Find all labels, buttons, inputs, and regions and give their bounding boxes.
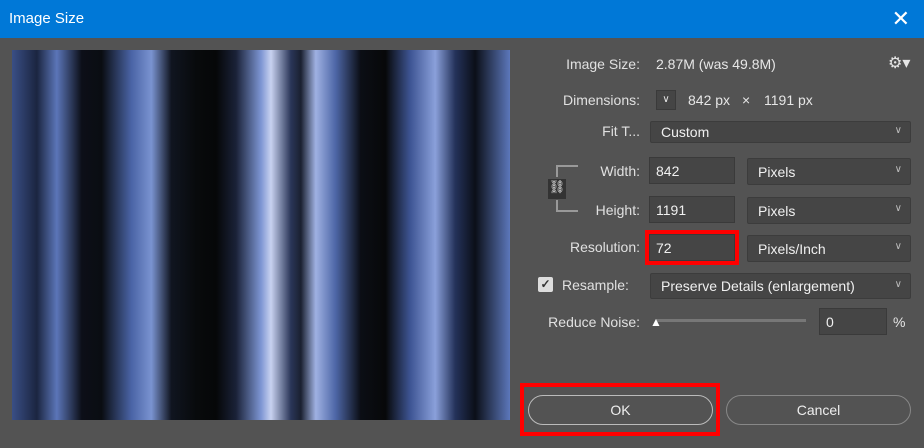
- reduce-noise-input[interactable]: 0: [819, 308, 887, 335]
- height-unit-select[interactable]: Pixels ∨: [747, 197, 911, 224]
- resolution-unit-value: Pixels/Inch: [758, 241, 826, 257]
- resolution-input[interactable]: 72: [645, 230, 739, 265]
- dimensions-width: 842 px: [688, 92, 731, 108]
- resample-checkbox[interactable]: ✓: [538, 277, 553, 292]
- image-preview[interactable]: [12, 50, 510, 420]
- fit-to-value: Custom: [661, 124, 710, 140]
- height-input[interactable]: 1191: [649, 196, 735, 223]
- width-label: Width:: [600, 163, 640, 179]
- chevron-down-icon: ∨: [894, 279, 902, 290]
- width-unit-select[interactable]: Pixels ∨: [747, 158, 911, 185]
- ok-button[interactable]: OK: [528, 395, 713, 425]
- dimensions-label: Dimensions:: [562, 92, 640, 108]
- chevron-down-icon: ∨: [894, 203, 902, 214]
- image-size-label: Image Size:: [566, 56, 640, 72]
- constrain-link-icon[interactable]: ⛓: [548, 179, 566, 199]
- fit-to-label: Fit T...: [602, 123, 640, 139]
- reduce-noise-slider-thumb[interactable]: ▲: [650, 315, 662, 329]
- resample-value: Preserve Details (enlargement): [661, 278, 855, 294]
- width-unit-value: Pixels: [758, 164, 796, 180]
- height-label: Height:: [595, 202, 640, 218]
- dialog-title: Image Size: [9, 10, 85, 27]
- resample-select[interactable]: Preserve Details (enlargement) ∨: [650, 273, 911, 299]
- gear-icon[interactable]: ⚙▾: [888, 53, 910, 73]
- chevron-down-icon: ∨: [894, 164, 902, 175]
- chevron-down-icon: ∨: [894, 125, 902, 136]
- image-size-value: 2.87M (was 49.8M): [656, 56, 776, 72]
- dimensions-height: 1191 px: [764, 92, 813, 108]
- reduce-noise-unit: %: [893, 314, 906, 330]
- width-input[interactable]: 842: [649, 157, 735, 184]
- chevron-down-icon: ∨: [894, 241, 902, 252]
- reduce-noise-label: Reduce Noise:: [548, 314, 640, 330]
- title-bar: Image Size ✕: [0, 0, 924, 38]
- dimensions-unit-dropdown[interactable]: ∨: [656, 90, 676, 110]
- dimensions-times: ×: [742, 92, 751, 108]
- resolution-label: Resolution:: [569, 239, 640, 255]
- fit-to-select[interactable]: Custom ∨: [650, 121, 911, 143]
- height-unit-value: Pixels: [758, 203, 796, 219]
- cancel-button[interactable]: Cancel: [726, 395, 911, 425]
- reduce-noise-slider-track[interactable]: [656, 319, 806, 322]
- resolution-unit-select[interactable]: Pixels/Inch ∨: [747, 235, 911, 262]
- close-icon[interactable]: ✕: [892, 6, 910, 32]
- resample-label: Resample:: [562, 277, 629, 293]
